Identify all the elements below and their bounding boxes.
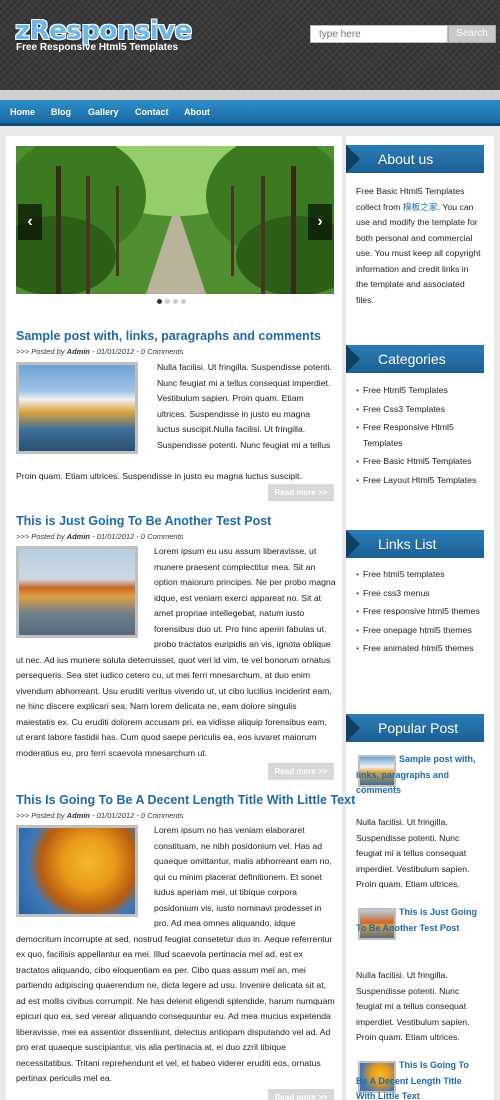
search-input[interactable]	[310, 25, 448, 43]
links-widget-title: Links List	[346, 530, 484, 558]
site-header: zResponsive Free Responsive Html5 Templa…	[0, 0, 500, 90]
popular-post-text: Nulla facilisi. Ut fringilla. Suspendiss…	[356, 817, 470, 889]
forest-road-image	[16, 146, 334, 294]
read-more-button[interactable]: Read more >>	[268, 763, 334, 780]
post-comments-link[interactable]: 0 Comments	[141, 347, 184, 356]
slider-dot[interactable]	[173, 299, 178, 304]
read-more-button[interactable]: Read more >>	[268, 1089, 334, 1100]
nav-item-contact[interactable]: Contact	[135, 107, 169, 117]
post-date: 01/01/2012	[96, 347, 135, 356]
slider-dot[interactable]	[181, 299, 186, 304]
about-widget-title: About us	[346, 145, 484, 173]
categories-list: Free Html5 Templates Free Css3 Templates…	[356, 383, 482, 491]
about-link[interactable]: 模板之家	[403, 202, 438, 212]
slider-next-button[interactable]: ›	[308, 204, 332, 240]
post-date: 01/01/2012	[96, 811, 135, 820]
nav-item-gallery[interactable]: Gallery	[88, 107, 119, 117]
popular-post-title[interactable]: This is Just Going To Be Another Test Po…	[356, 905, 482, 936]
category-item[interactable]: Free Basic Html5 Templates	[356, 454, 482, 470]
category-item[interactable]: Free Responsive Html5 Templates	[356, 420, 482, 451]
post-author[interactable]: Admin	[67, 811, 90, 820]
link-item[interactable]: Free html5 templates	[356, 567, 482, 583]
nav-item-home[interactable]: Home	[10, 107, 35, 117]
search-button[interactable]: Search	[448, 25, 496, 43]
meta-prefix: >>> Posted by	[16, 347, 65, 356]
category-item[interactable]: Free Css3 Templates	[356, 402, 482, 418]
link-item[interactable]: Free onepage html5 themes	[356, 623, 482, 639]
category-item[interactable]: Free Html5 Templates	[356, 383, 482, 399]
categories-widget-title: Categories	[346, 345, 484, 373]
post-title[interactable]: This is Just Going To Be Another Test Po…	[16, 514, 271, 528]
slider-dot[interactable]	[157, 299, 162, 304]
thumb-spacer	[16, 823, 154, 931]
nav-top-strip	[0, 90, 500, 100]
nav-item-about[interactable]: About	[184, 107, 210, 117]
post-author[interactable]: Admin	[67, 532, 90, 541]
about-widget-text: Free Basic Html5 Templates collect from …	[356, 184, 482, 308]
post-thumbnail[interactable]	[16, 362, 138, 454]
thumb-spacer	[16, 544, 154, 652]
post-date: 01/01/2012	[96, 532, 135, 541]
nav-item-blog[interactable]: Blog	[51, 107, 71, 117]
popular-post-text: Nulla facilisi. Ut fringilla. Suspendiss…	[356, 970, 470, 1042]
post-meta: >>> Posted by Admin - 01/01/2012 - 0 Com…	[16, 347, 184, 356]
about-text-after: . You can use and modify the template fo…	[356, 201, 481, 305]
links-list: Free html5 templates Free css3 menus Fre…	[356, 567, 482, 660]
post-meta: >>> Posted by Admin - 01/01/2012 - 0 Com…	[16, 811, 184, 820]
image-slider[interactable]: ‹ ›	[16, 146, 334, 294]
link-item[interactable]: Free css3 menus	[356, 586, 482, 602]
link-item[interactable]: Free responsive html5 themes	[356, 604, 482, 620]
read-more-button[interactable]: Read more >>	[268, 484, 334, 501]
popular-post-title[interactable]: Sample post with, links, paragraphs and …	[356, 752, 482, 799]
category-item[interactable]: Free Layout Html5 Templates	[356, 473, 482, 489]
meta-prefix: >>> Posted by	[16, 811, 65, 820]
post-comments-link[interactable]: 0 Comments	[141, 532, 184, 541]
post-excerpt-wrap: Lorem ipsum eu usu assum liberavisse, ut…	[16, 544, 336, 764]
post-comments-link[interactable]: 0 Comments	[141, 811, 184, 820]
meta-prefix: >>> Posted by	[16, 532, 65, 541]
post-excerpt-wrap: Nulla facilisi. Ut fringilla. Suspendiss…	[157, 360, 335, 453]
post-excerpt-wrap: Lorem ipsum no has veniam elaboraret con…	[16, 823, 336, 1088]
popular-widget-title: Popular Post	[346, 714, 484, 742]
link-item[interactable]: Free animated html5 themes	[356, 641, 482, 657]
post-excerpt: Nulla facilisi. Ut fringilla. Suspendiss…	[157, 362, 332, 450]
post-excerpt-overflow: Proin quam. Etiam ultrices. Suspendisse …	[16, 471, 302, 481]
slider-pagination	[157, 299, 189, 305]
slider-dot[interactable]	[165, 299, 170, 304]
post-title[interactable]: This Is Going To Be A Decent Length Titl…	[16, 793, 355, 807]
popular-post-title[interactable]: This Is Going To Be A Decent Length Titl…	[356, 1058, 482, 1100]
post-author[interactable]: Admin	[67, 347, 90, 356]
site-tagline: Free Responsive Html5 Templates	[16, 42, 179, 53]
post-meta: >>> Posted by Admin - 01/01/2012 - 0 Com…	[16, 532, 184, 541]
post-title[interactable]: Sample post with, links, paragraphs and …	[16, 329, 321, 343]
slider-prev-button[interactable]: ‹	[18, 204, 42, 240]
main-nav: Home Blog Gallery Contact About	[0, 100, 500, 126]
